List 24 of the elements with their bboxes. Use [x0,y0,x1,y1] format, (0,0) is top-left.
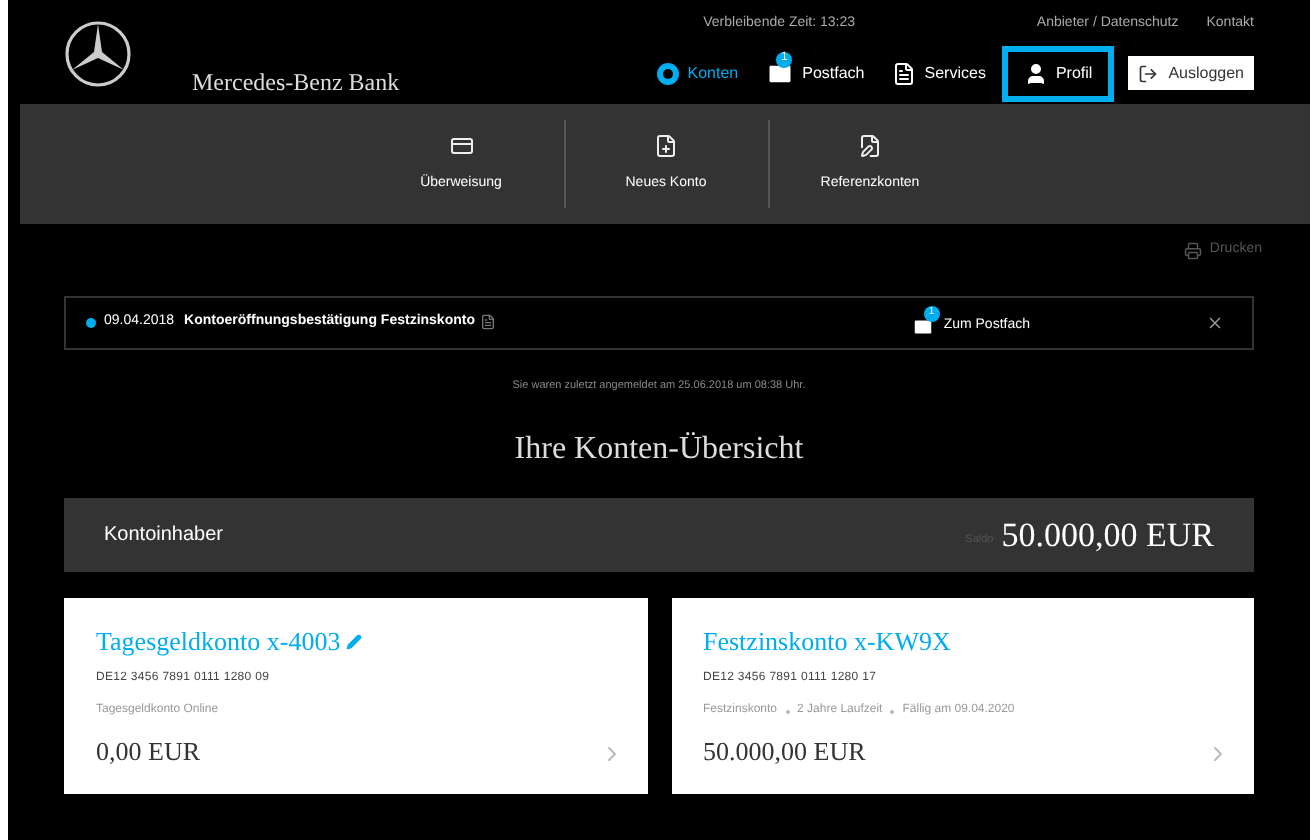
account-name: Tagesgeldkonto x-4003 [96,623,341,660]
user-icon [1023,61,1048,85]
page-title: Ihre Konten-Übersicht [512,429,806,470]
document-icon [480,314,497,330]
account-balance: 0,00 EUR [96,734,200,771]
account-name: Festzinskonto x-KW9X [703,623,951,660]
star-logo-icon[interactable] [64,20,132,88]
nav-tab[interactable]: Profil [1007,51,1109,95]
document-pen-icon [858,133,882,158]
account-balance: 50.000,00 EUR [703,734,866,771]
logout-icon [1138,63,1159,83]
saldo-amount: 50.000,00 EUR [1001,513,1214,557]
close-icon[interactable] [1206,313,1224,331]
card-icon [449,133,473,158]
logout-button[interactable]: Ausloggen [1128,56,1254,90]
nav-tab[interactable]: Konten [649,51,745,95]
document-icon [892,61,917,85]
printer-icon [1183,241,1202,260]
document-plus-icon [654,133,678,158]
circle-icon [655,61,680,85]
nav-tab[interactable]: Services [886,51,992,95]
brand-name: Mercedes-Benz Bank [192,66,400,100]
pencil-icon[interactable] [346,633,363,649]
owner-label: Kontoinhaber [104,521,225,550]
